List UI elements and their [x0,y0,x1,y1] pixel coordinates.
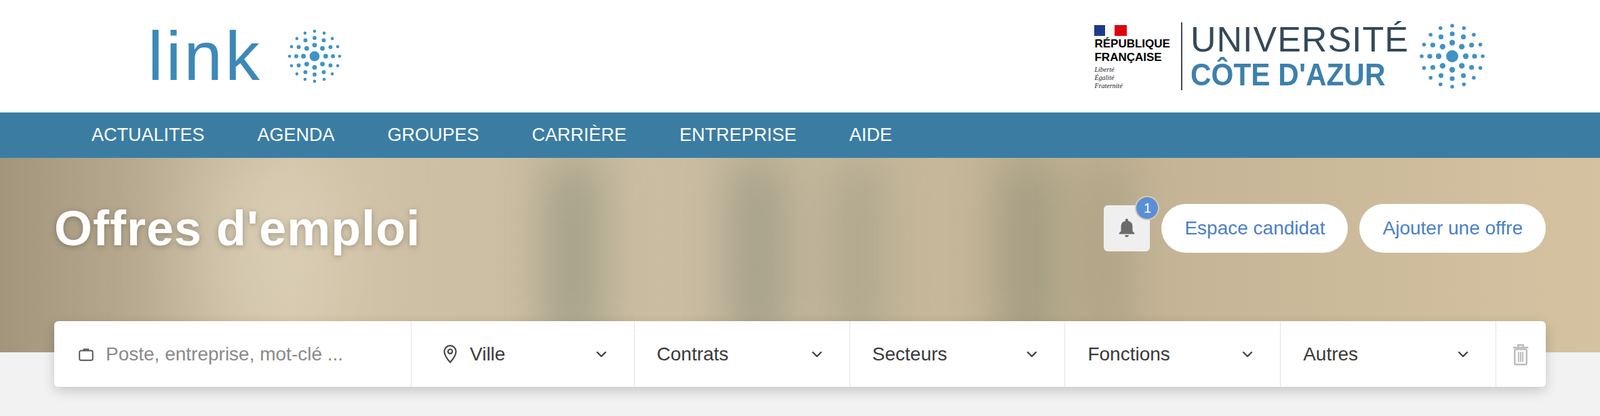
chevron-down-icon [1454,346,1472,363]
filter-dropdown[interactable]: Contrats [634,321,851,388]
chevron-down-icon [1023,346,1040,363]
filter-label: Contrats [656,340,800,369]
dots-logo-icon [286,28,343,85]
republique-logo: RÉPUBLIQUEFRANÇAISELibertéÉgalitéFratern… [1094,22,1181,91]
nav-item[interactable]: AIDE [849,126,893,145]
jobs-section: Offres d'emploi 1Espace candidatAjouter u… [0,157,1600,416]
chevron-down-icon [593,346,610,363]
partner-logos: RÉPUBLIQUEFRANÇAISELibertéÉgalitéFratern… [1094,21,1487,92]
chevron-down-icon [808,346,826,363]
nav-item[interactable]: GROUPES [387,126,480,145]
logo-text[interactable]: link [147,21,263,91]
notifications-button[interactable]: 1 [1103,205,1150,252]
link-logo[interactable]: link [147,21,343,91]
page-title: Offres d'emploi [54,204,421,253]
notification-badge: 1 [1134,195,1160,221]
university-dots-icon [1418,22,1487,91]
candidate-space-button[interactable]: Espace candidat [1161,204,1348,253]
nav-item[interactable]: ACTUALITES [91,126,205,145]
search-bar: Ville Contrats Secteurs Fonctions Autres [54,321,1546,388]
main-nav: ACTUALITES AGENDA GROUPES CARRIÈRE ENTREPRIS… [0,112,1600,158]
logo-divider [1181,22,1183,91]
add-offer-button[interactable]: Ajouter une offre [1359,204,1546,253]
filter-label: Autres [1303,340,1446,369]
filter-dropdown[interactable]: Autres [1280,321,1497,388]
nav-item[interactable]: ENTREPRISE [679,126,797,145]
keyword-input[interactable] [105,340,400,369]
site-header: link RÉPUBLIQUEFRANÇAISELibertéÉgalitéFr… [0,0,1600,113]
filter-dropdown[interactable]: Secteurs [850,321,1066,388]
flag-icon [1094,22,1127,38]
nav-item[interactable]: CARRIÈRE [532,126,628,145]
filter-dropdown[interactable]: Fonctions [1065,321,1281,388]
filter-label: Secteurs [872,340,1015,369]
filter-dropdown[interactable]: Ville [411,321,635,388]
nav-item[interactable]: AGENDA [257,126,335,145]
briefcase-icon [77,345,95,364]
bell-icon [1115,216,1139,240]
chevron-down-icon [1239,346,1256,363]
location-pin-icon [441,344,459,365]
filter-label: Ville [469,340,583,369]
clear-filters-button[interactable] [1496,321,1546,388]
keyword-field[interactable] [54,321,412,388]
university-logo: UNIVERSITÉCÔTE D'AZUR [1190,21,1409,92]
filter-label: Fonctions [1087,340,1230,369]
trash-icon [1510,342,1531,367]
